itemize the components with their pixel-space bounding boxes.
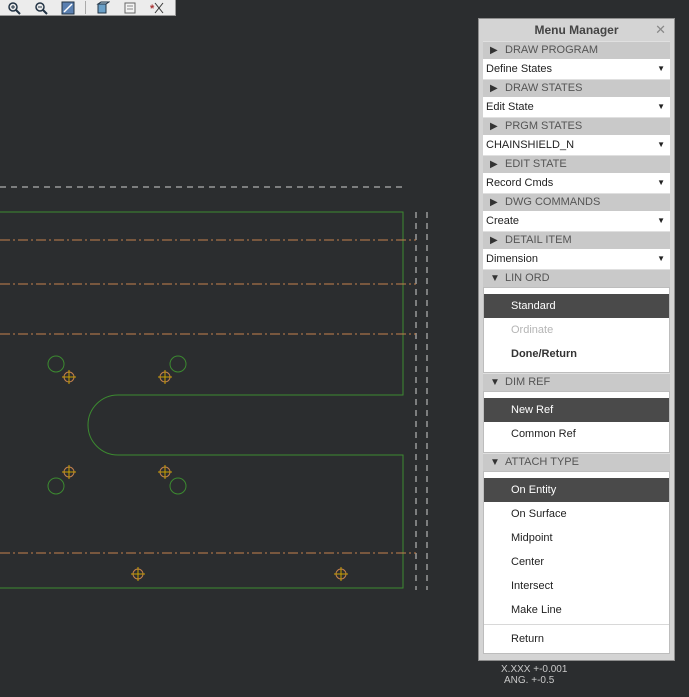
menu-manager-title-text: Menu Manager [534,23,619,37]
select-value: Create [486,215,520,227]
tolerance-linear: X.XXX +-0.001 [501,664,568,675]
section-label: DETAIL ITEM [505,234,572,246]
menu-item-center[interactable]: Center [484,550,669,574]
draw-program-select[interactable]: Define States ▼ [483,59,670,79]
section-label: DRAW STATES [505,82,583,94]
menu-item-intersect[interactable]: Intersect [484,574,669,598]
tolerance-angular: ANG. +-0.5 [504,675,555,686]
section-label: DRAW PROGRAM [505,44,599,56]
menu-item-new-ref[interactable]: New Ref [484,398,669,422]
dropdown-arrow-icon: ▼ [657,254,665,263]
section-draw-program[interactable]: ▶ DRAW PROGRAM [483,41,670,59]
collapse-arrow-icon: ▼ [490,273,500,284]
section-dwg-commands[interactable]: ▶ DWG COMMANDS [483,193,670,211]
select-value: Edit State [486,101,534,113]
section-dim-ref[interactable]: ▼ DIM REF [483,373,670,391]
hole-circle [169,355,187,373]
section-label: LIN ORD [505,272,550,284]
datum-display-icon[interactable]: * [147,1,167,15]
select-value: Define States [486,63,553,75]
expand-arrow-icon: ▶ [490,197,498,208]
section-draw-states[interactable]: ▶ DRAW STATES [483,79,670,97]
hole-circle [47,477,65,495]
menu-manager-title: Menu Manager ✕ [479,19,674,41]
dropdown-arrow-icon: ▼ [657,216,665,225]
expand-arrow-icon: ▶ [490,121,498,132]
section-edit-state[interactable]: ▶ EDIT STATE [483,155,670,173]
menu-item-done-return[interactable]: Done/Return [484,342,669,366]
hole-circle [169,477,187,495]
saved-views-icon[interactable] [120,1,140,15]
menu-item-midpoint[interactable]: Midpoint [484,526,669,550]
collapse-arrow-icon: ▼ [490,377,500,388]
menu-item-return[interactable]: Return [484,627,669,651]
repaint-icon[interactable] [58,1,78,15]
view-toolbar: * [0,0,176,16]
dropdown-arrow-icon: ▼ [657,140,665,149]
zoom-out-icon[interactable] [31,1,51,15]
expand-arrow-icon: ▶ [490,45,498,56]
tolerance-readout: X.XXX +-0.001 ANG. +-0.5 [501,664,567,686]
section-label: EDIT STATE [505,158,567,170]
lin-ord-list: Standard Ordinate Done/Return [483,287,670,373]
section-prgm-states[interactable]: ▶ PRGM STATES [483,117,670,135]
menu-item-ordinate: Ordinate [511,324,554,336]
section-detail-item[interactable]: ▶ DETAIL ITEM [483,231,670,249]
svg-text:*: * [150,3,155,15]
hole-circle [47,355,65,373]
part-outline [0,211,404,589]
select-value: Record Cmds [486,177,554,189]
select-value: Dimension [486,253,538,265]
view-3d-icon[interactable] [93,1,113,15]
menu-item-common-ref[interactable]: Common Ref [484,422,669,446]
detail-item-select[interactable]: Dimension ▼ [483,249,670,269]
prgm-states-select[interactable]: CHAINSHIELD_N ▼ [483,135,670,155]
zoom-in-icon[interactable] [4,1,24,15]
attach-type-list: On Entity On Surface Midpoint Center Int… [483,471,670,654]
dwg-commands-select[interactable]: Create ▼ [483,211,670,231]
dropdown-arrow-icon: ▼ [657,102,665,111]
select-value: CHAINSHIELD_N [486,139,575,151]
menu-item-on-surface[interactable]: On Surface [484,502,669,526]
menu-item-standard[interactable]: Standard [484,294,669,318]
expand-arrow-icon: ▶ [490,235,498,246]
toolbar-separator [85,1,86,14]
section-label: DIM REF [505,376,551,388]
dim-ref-list: New Ref Common Ref [483,391,670,453]
collapse-arrow-icon: ▼ [490,457,500,468]
expand-arrow-icon: ▶ [490,159,498,170]
section-label: PRGM STATES [505,120,583,132]
dropdown-arrow-icon: ▼ [657,178,665,187]
draw-states-select[interactable]: Edit State ▼ [483,97,670,117]
section-label: DWG COMMANDS [505,196,601,208]
section-attach-type[interactable]: ▼ ATTACH TYPE [483,453,670,471]
menu-item-on-entity[interactable]: On Entity [484,478,669,502]
axis-points [62,370,348,581]
dropdown-arrow-icon: ▼ [657,64,665,73]
menu-divider [484,624,669,625]
menu-item-make-line[interactable]: Make Line [484,598,669,622]
menu-manager-panel: Menu Manager ✕ ▶ DRAW PROGRAM Define Stat… [478,18,675,661]
section-lin-ord[interactable]: ▼ LIN ORD [483,269,670,287]
expand-arrow-icon: ▶ [490,83,498,94]
section-label: ATTACH TYPE [505,456,579,468]
close-icon[interactable]: ✕ [655,19,666,41]
edit-state-select[interactable]: Record Cmds ▼ [483,173,670,193]
